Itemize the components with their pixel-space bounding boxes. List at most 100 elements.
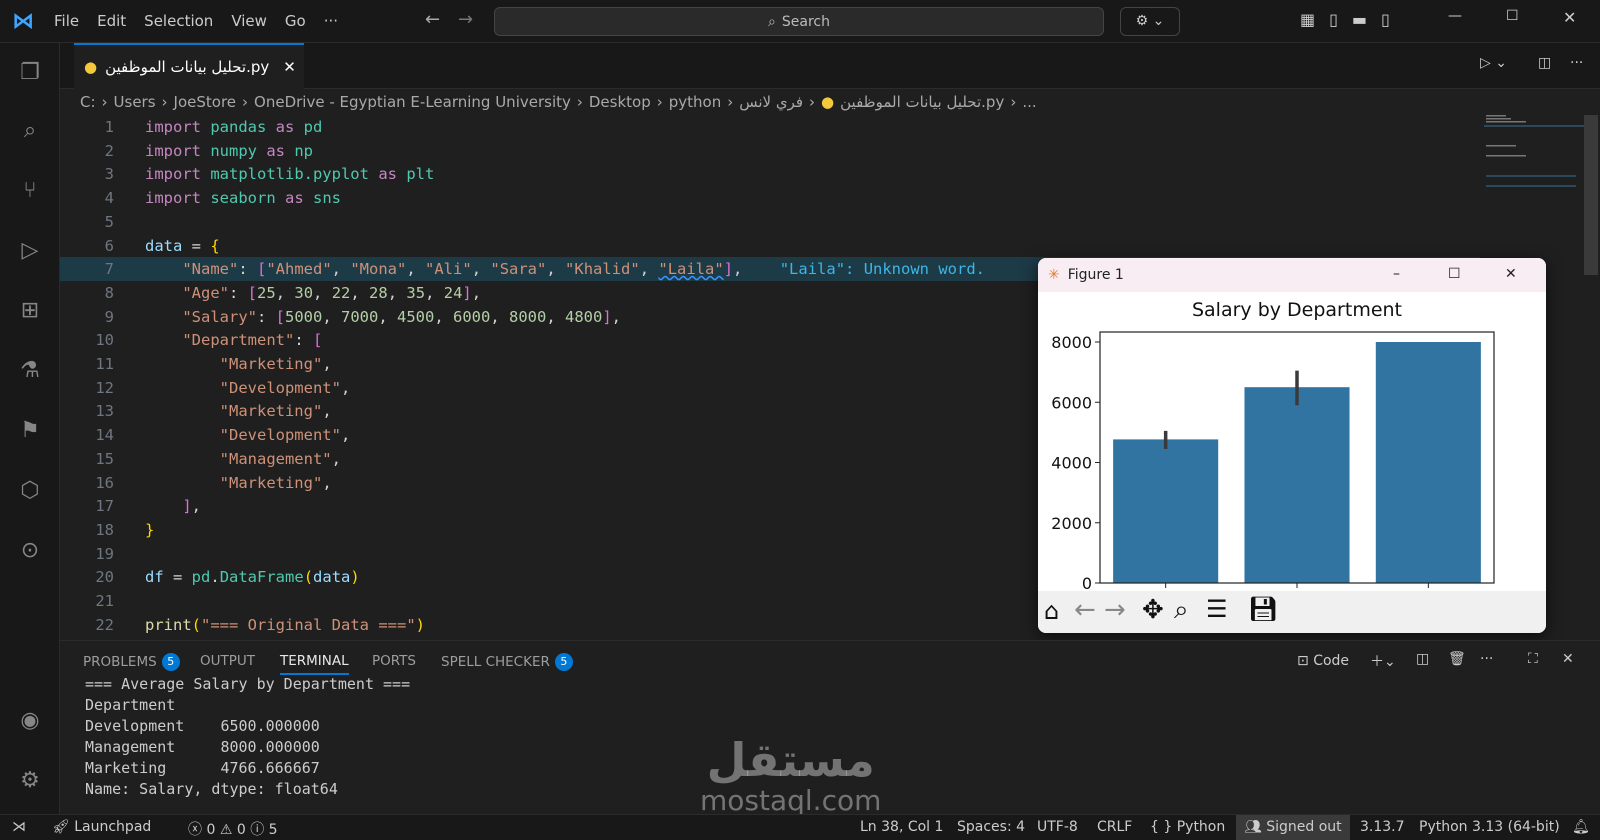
bookmark-icon[interactable]: ⚑ [16,417,44,445]
launchpad-item[interactable]: 🚀︎ Launchpad [52,819,151,835]
testing-icon[interactable]: ⚗ [16,357,44,385]
breadcrumb-item[interactable]: C: [80,93,96,111]
code-token: matplotlib.pyplot [210,165,378,183]
layout-icons[interactable]: ▦▯▬▯ [1300,10,1404,29]
home-icon[interactable]: ⌂ [1044,597,1059,625]
search-input[interactable]: ⌕Search [494,7,1104,36]
panel-tab-spell-checker[interactable]: SPELL CHECKER5 [441,653,573,671]
figure-close-icon[interactable]: ✕ [1505,266,1517,282]
panel-tab-terminal[interactable]: TERMINAL [280,653,349,675]
panel-tab-problems[interactable]: PROBLEMS5 [83,653,180,671]
notifications-bell-icon[interactable]: 🔔︎ [1572,819,1590,835]
code-token: import [145,165,210,183]
close-icon[interactable]: ✕ [1563,8,1576,27]
code-line: 1import pandas as pd [60,115,1480,139]
account-icon[interactable]: ◉ [16,707,44,735]
maximize-panel-icon[interactable]: ⛶ [1528,651,1538,667]
code-token: , [490,308,509,326]
maximize-icon[interactable]: ☐ [1506,8,1519,24]
line-ending[interactable]: CRLF [1097,819,1132,835]
code-token: , [322,308,341,326]
minimap[interactable] [1484,115,1584,200]
extensions-icon[interactable]: ⊞ [16,297,44,325]
settings-gear-icon[interactable]: ⚙ [16,767,44,795]
code-token: ( [304,568,313,586]
back-arrow-icon[interactable]: ← [1074,595,1096,625]
breadcrumb-item[interactable]: OneDrive - Egyptian E-Learning Universit… [254,93,571,111]
more-icon[interactable]: ··· [1480,651,1493,667]
explorer-icon[interactable]: ❐ [16,59,44,87]
panel-tab-ports[interactable]: PORTS [372,653,416,669]
indentation[interactable]: Spaces: 4 [957,819,1025,835]
code-token: "=== Original Data ===" [201,616,416,634]
close-panel-icon[interactable]: ✕ [1562,651,1574,667]
save-icon[interactable]: 💾︎ [1248,595,1278,623]
editor-scrollbar[interactable] [1584,115,1598,275]
zoom-icon[interactable]: ⌕ [1174,595,1189,626]
menu-item[interactable]: Go [285,12,306,30]
problems-status[interactable]: ⓧ 0 ⚠ 0 ⓘ 5 [188,819,278,839]
terminal-line: Development 6500.000000 [85,717,320,735]
figure-title-bar: ✳ Figure 1 – ☐ ✕ [1038,258,1546,292]
menu-item[interactable]: Selection [144,12,213,30]
package-icon[interactable]: ⬡ [16,477,44,505]
breadcrumb-item[interactable]: Desktop [589,93,651,111]
encoding[interactable]: UTF-8 [1037,819,1078,835]
activity-bar: ❐ ⌕ ⑂ ▷ ⊞ ⚗ ⚑ ⬡ ⊙ ◉ ⚙ [0,43,60,814]
code-token: import [145,189,210,207]
tab-close-icon[interactable]: ✕ [283,58,296,76]
configure-subplots-icon[interactable]: ☰ [1206,595,1228,623]
code-token: seaborn [210,189,285,207]
git-graph-icon[interactable]: ⊙ [16,537,44,565]
code-line: 2import numpy as np [60,139,1480,163]
code-token: "Ali" [425,260,472,278]
split-editor-icon[interactable]: ◫ [1538,55,1551,71]
minimize-icon[interactable]: — [1448,8,1462,24]
terminal-profile[interactable]: ⊡ Code [1297,653,1349,669]
code-token: plt [406,165,434,183]
tab-file[interactable]: ● تحليل بيانات الموظفين.py ✕ [74,43,304,89]
menu-item[interactable]: ··· [324,12,338,30]
kill-terminal-icon[interactable]: 🗑︎ [1448,651,1466,667]
code-token: , [425,284,444,302]
panel-tab-output[interactable]: OUTPUT [200,653,255,669]
signed-out-item[interactable]: 👥︎ Signed out [1236,815,1350,840]
interpreter[interactable]: Python 3.13 (64-bit) [1419,819,1560,835]
code-token: import [145,142,210,160]
search-icon[interactable]: ⌕ [16,117,44,145]
code-token: [ [313,331,322,349]
run-icon[interactable]: ▷ ⌄ [1480,55,1507,71]
python-version[interactable]: 3.13.7 [1360,819,1405,835]
more-actions-icon[interactable]: ··· [1570,55,1583,71]
code-token: sns [313,189,341,207]
split-terminal-icon[interactable]: ◫ [1416,651,1429,667]
copilot-button[interactable]: ⚙ ⌄ [1120,7,1180,36]
source-control-icon[interactable]: ⑂ [16,177,44,205]
line-number: 10 [60,328,114,352]
back-icon[interactable]: ← [425,9,440,30]
menu-item[interactable]: Edit [97,12,126,30]
breadcrumb-item[interactable]: Users [114,93,156,111]
figure-minimize-icon[interactable]: – [1393,266,1400,282]
run-debug-icon[interactable]: ▷ [16,237,44,265]
language-mode[interactable]: { } Python [1150,819,1225,835]
pan-icon[interactable]: ✥ [1142,595,1164,625]
remote-icon[interactable]: ⋊ [12,819,26,835]
menu-item[interactable]: File [54,12,79,30]
code-token: "Age" [145,284,229,302]
cursor-position[interactable]: Ln 38, Col 1 [860,819,943,835]
breadcrumb-item[interactable]: تحليل بيانات الموظفين.py [840,93,1004,111]
forward-arrow-icon[interactable]: → [1104,595,1126,625]
code-token: ( [192,616,201,634]
forward-icon[interactable]: → [458,9,473,30]
breadcrumb-item[interactable]: python [669,93,721,111]
new-terminal-icon[interactable]: ＋⌄ [1370,651,1396,671]
menu-item[interactable]: View [231,12,267,30]
code-token: ] [462,284,471,302]
breadcrumb-item[interactable]: JoeStore [174,93,236,111]
figure-maximize-icon[interactable]: ☐ [1448,266,1461,282]
vscode-logo-icon: ⋈ [12,9,34,34]
breadcrumb-item[interactable]: فري لانس [739,93,803,111]
breadcrumb-item[interactable]: ... [1022,93,1036,111]
line-number: 8 [60,281,114,305]
